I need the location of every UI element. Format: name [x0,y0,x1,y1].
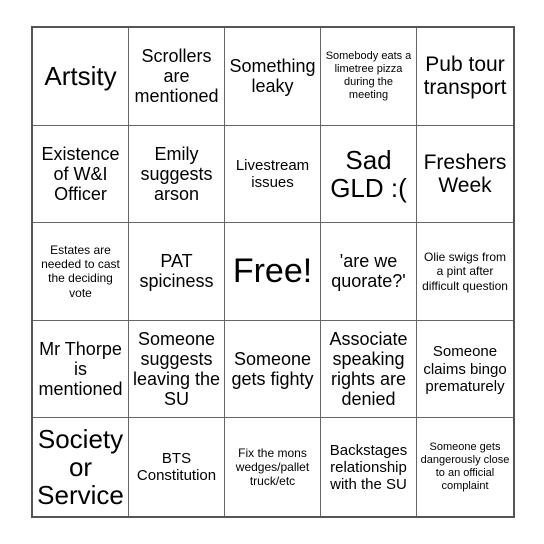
bingo-cell-r4-c1[interactable]: Mr Thorpe is mentioned [33,320,129,419]
bingo-cell-r1-c2[interactable]: Scrollers are mentioned [129,28,225,126]
bingo-cell-label: Mr Thorpe is mentioned [38,338,123,400]
bingo-cell-label: 'are we quorate?' [331,251,406,292]
bingo-cell-label: Someone suggests leaving the SU [132,328,221,410]
bingo-cell-r3-c1[interactable]: Estates are needed to cast the deciding … [33,223,129,321]
bingo-cell-label: Freshers Week [423,150,507,197]
bingo-cell-r5-c3[interactable]: Fix the mons wedges/pallet truck/etc [225,418,321,516]
bingo-cell-r3-c5[interactable]: Olie swigs from a pint after difficult q… [417,223,513,321]
bingo-cell-label: Sad GLD :( [330,144,407,203]
bingo-cell-r5-c2[interactable]: BTS Constitution [129,418,225,516]
bingo-cell-r3-c2[interactable]: PAT spiciness [129,223,225,321]
bingo-cell-label: Backstages relationship with the SU [329,441,408,493]
bingo-cell-label: Associate speaking rights are denied [329,328,408,410]
bingo-cell-label: Someone gets dangerously close to an off… [420,440,510,493]
bingo-cell-r1-c1[interactable]: Artsity [33,28,129,126]
bingo-cell-r3-c4[interactable]: 'are we quorate?' [321,223,417,321]
bingo-cell-label: Artsity [44,61,117,92]
bingo-cell-label: Society or Service [37,424,124,511]
bingo-cell-label: Olie swigs from a pint after difficult q… [422,250,508,293]
bingo-cell-r4-c5[interactable]: Someone claims bingo prematurely [417,320,513,419]
bingo-cell-r5-c5[interactable]: Someone gets dangerously close to an off… [417,418,513,516]
bingo-cell-label: Existence of W&I Officer [41,143,120,204]
bingo-cell-free-space[interactable]: Free! [225,223,321,321]
bingo-cell-r1-c3[interactable]: Something leaky [225,28,321,126]
bingo-cell-r4-c2[interactable]: Someone suggests leaving the SU [129,320,225,419]
bingo-cell-r1-c5[interactable]: Pub tour transport [417,28,513,126]
bingo-cell-r2-c1[interactable]: Existence of W&I Officer [33,125,129,224]
bingo-cell-label: PAT spiciness [139,251,214,292]
bingo-cell-label: Free! [232,251,313,290]
bingo-cell-r2-c2[interactable]: Emily suggests arson [129,125,225,224]
bingo-cell-label: Scrollers are mentioned [134,46,219,107]
bingo-card: Artsity Scrollers are mentioned Something … [31,26,515,518]
bingo-cell-label: Someone claims bingo prematurely [423,343,507,395]
bingo-cell-r4-c3[interactable]: Someone gets fighty [225,320,321,419]
bingo-cell-r5-c4[interactable]: Backstages relationship with the SU [321,418,417,516]
bingo-cell-label: Someone gets fighty [231,348,314,390]
bingo-cell-r1-c4[interactable]: Somebody eats a limetree pizza during th… [321,28,417,126]
bingo-cell-r4-c4[interactable]: Associate speaking rights are denied [321,320,417,419]
bingo-grid: Artsity Scrollers are mentioned Something … [33,28,513,516]
bingo-cell-label: Fix the mons wedges/pallet truck/etc [235,445,310,489]
bingo-cell-r2-c3[interactable]: Livestream issues [225,125,321,224]
bingo-cell-label: BTS Constitution [136,450,217,485]
bingo-cell-label: Something leaky [229,56,316,97]
bingo-cell-label: Emily suggests arson [140,143,213,204]
bingo-cell-label: Estates are needed to cast the deciding … [41,243,120,300]
bingo-cell-r2-c5[interactable]: Freshers Week [417,125,513,224]
bingo-cell-r2-c4[interactable]: Sad GLD :( [321,125,417,224]
bingo-cell-label: Pub tour transport [423,53,507,100]
bingo-cell-label: Livestream issues [235,156,310,191]
bingo-cell-r5-c1[interactable]: Society or Service [33,418,129,516]
bingo-cell-label: Somebody eats a limetree pizza during th… [325,49,412,102]
